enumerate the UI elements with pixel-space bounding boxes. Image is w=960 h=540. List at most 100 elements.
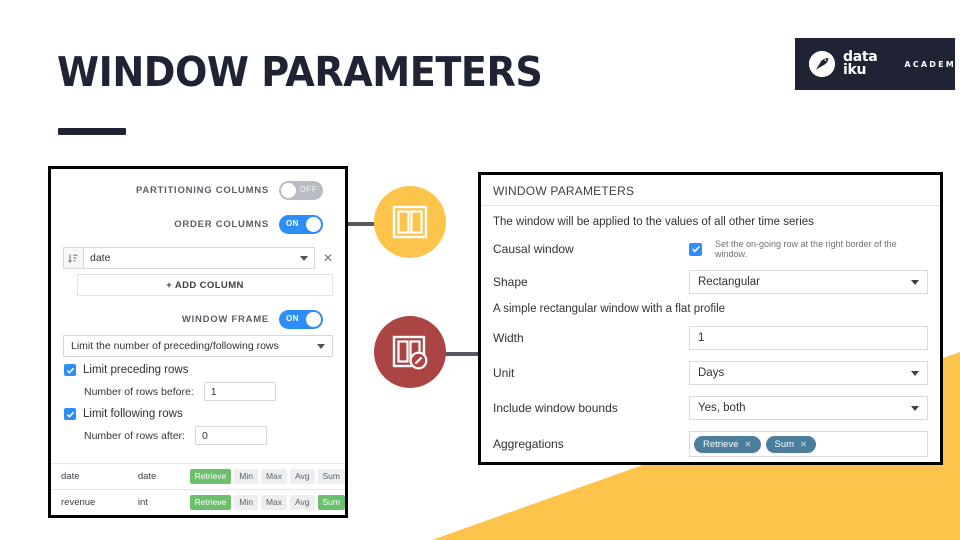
limit-preceding-rows-label: Limit preceding rows [83,364,189,376]
aggregation-buttons: Retrieve Min Max Avg Sum [189,469,345,484]
include-window-bounds-label: Include window bounds [493,401,618,415]
limit-following-rows-checkbox-row[interactable]: Limit following rows [64,408,345,420]
toggle-knob [281,183,296,198]
agg-min-button[interactable]: Min [234,495,258,510]
unit-label: Unit [493,366,515,380]
agg-min-button[interactable]: Min [234,469,258,484]
include-window-bounds-row: Include window bounds Yes, both [481,396,940,420]
agg-sum-button[interactable]: Sum [317,495,345,510]
agg-avg-button[interactable]: Avg [290,469,315,484]
dataiku-bird-icon [809,51,835,77]
window-panes-clock-icon [392,335,428,370]
column-type: int [137,497,148,508]
aggregation-chip-retrieve[interactable]: Retrieve ✕ [694,435,761,453]
window-frame-label: WINDOW FRAME [181,314,269,325]
shape-value: Rectangular [698,276,761,288]
rows-before-input[interactable]: 1 [203,382,276,401]
table-row: revenue int Retrieve Min Max Avg Sum [51,489,345,515]
width-input[interactable]: 1 [689,326,928,350]
causal-window-checkbox[interactable] [689,242,702,256]
causal-window-hint: Set the on-going row at the right border… [715,239,897,259]
frame-mode-select[interactable]: Limit the number of preceding/following … [63,335,333,357]
unit-select[interactable]: Days [689,361,928,385]
checkbox-checked-icon [64,364,76,376]
agg-retrieve-button[interactable]: Retrieve [189,469,232,484]
chevron-down-icon [911,279,919,285]
right-panel-header: WINDOW PARAMETERS [481,175,940,206]
connector-line-left [345,222,377,226]
chevron-down-icon [911,370,919,376]
causal-window-label: Causal window [493,242,574,256]
rows-before-row: Number of rows before: 1 [84,382,345,401]
chevron-down-icon [317,343,325,349]
causal-window-control: Set the on-going row at the right border… [689,239,928,259]
agg-sum-button[interactable]: Sum [317,469,345,484]
table-row: date date Retrieve Min Max Avg Sum [51,463,345,489]
chip-label: Retrieve [703,438,739,450]
limit-preceding-rows-checkbox-row[interactable]: Limit preceding rows [64,364,345,376]
width-row: Width 1 [481,326,940,350]
order-column-select[interactable]: date [83,247,315,269]
rows-after-row: Number of rows after: 0 [84,426,345,445]
agg-max-button[interactable]: Max [260,469,288,484]
aggregations-label: Aggregations [493,437,564,451]
unit-value: Days [698,367,725,379]
shape-row: Shape Rectangular [481,270,940,294]
order-column-row: date ✕ [51,247,345,269]
chip-remove-icon[interactable]: ✕ [744,439,751,450]
aggregations-chip-field[interactable]: Retrieve ✕ Sum ✕ [689,431,928,457]
shape-select[interactable]: Rectangular [689,270,928,294]
chip-remove-icon[interactable]: ✕ [800,439,807,450]
logo-academy-label: ACADEMY [904,59,960,69]
order-columns-label: ORDER COLUMNS [174,219,269,230]
order-columns-toggle[interactable]: ON [279,215,323,234]
column-name: date [61,471,80,482]
window-parameters-right-panel: WINDOW PARAMETERS The window will be app… [478,172,943,465]
shape-description: A simple rectangular window with a flat … [493,303,726,315]
column-type: date [137,471,157,482]
frame-mode-value: Limit the number of preceding/following … [71,340,279,352]
shape-label: Shape [493,275,528,289]
window-panes-icon-badge [374,186,446,258]
limit-following-rows-label: Limit following rows [83,408,183,420]
include-window-bounds-select[interactable]: Yes, both [689,396,928,420]
order-column-value: date [90,252,111,264]
remove-order-column-icon[interactable]: ✕ [323,252,333,264]
partitioning-columns-toggle[interactable]: OFF [279,181,323,200]
rows-before-label: Number of rows before: [84,385,194,398]
add-column-button[interactable]: + ADD COLUMN [77,274,333,296]
agg-max-button[interactable]: Max [260,495,288,510]
logo-wordmark: data iku [843,50,878,78]
partitioning-columns-toggle-state: OFF [299,185,317,194]
window-panes-time-icon-badge [374,316,446,388]
aggregation-chip-sum[interactable]: Sum ✕ [765,435,817,453]
checkbox-checked-icon [64,408,76,420]
aggregations-row: Aggregations Retrieve ✕ Sum ✕ [481,431,940,457]
chevron-down-icon [911,405,919,411]
rows-after-label: Number of rows after: [84,429,185,442]
partitioning-columns-row: PARTITIONING COLUMNS OFF [51,181,345,200]
window-panes-icon [392,205,428,239]
include-window-bounds-value: Yes, both [698,402,746,414]
logo-wordmark-line2: iku [843,62,867,78]
agg-avg-button[interactable]: Avg [290,495,315,510]
right-panel-intro-text: The window will be applied to the values… [493,216,814,228]
unit-row: Unit Days [481,361,940,385]
dataiku-academy-logo: data iku ACADEMY [795,38,960,90]
page-title: WINDOW PARAMETERS [57,48,543,96]
aggregation-buttons: Retrieve Min Max Avg Sum [189,495,345,510]
causal-window-row: Causal window Set the on-going row at th… [481,239,940,259]
window-frame-toggle[interactable]: ON [279,310,323,329]
width-label: Width [493,331,524,345]
toggle-knob [306,312,321,327]
order-columns-row: ORDER COLUMNS ON [51,215,345,234]
rows-after-input[interactable]: 0 [194,426,267,445]
partitioning-columns-label: PARTITIONING COLUMNS [135,185,269,196]
window-recipe-left-panel: PARTITIONING COLUMNS OFF ORDER COLUMNS O… [48,166,348,518]
chevron-down-icon [299,255,308,261]
sort-ascending-icon[interactable] [63,247,83,269]
order-columns-toggle-state: ON [286,219,299,228]
columns-aggregations-table: date date Retrieve Min Max Avg Sum reven… [51,463,345,515]
agg-retrieve-button[interactable]: Retrieve [189,495,232,510]
chip-label: Sum [774,438,795,450]
